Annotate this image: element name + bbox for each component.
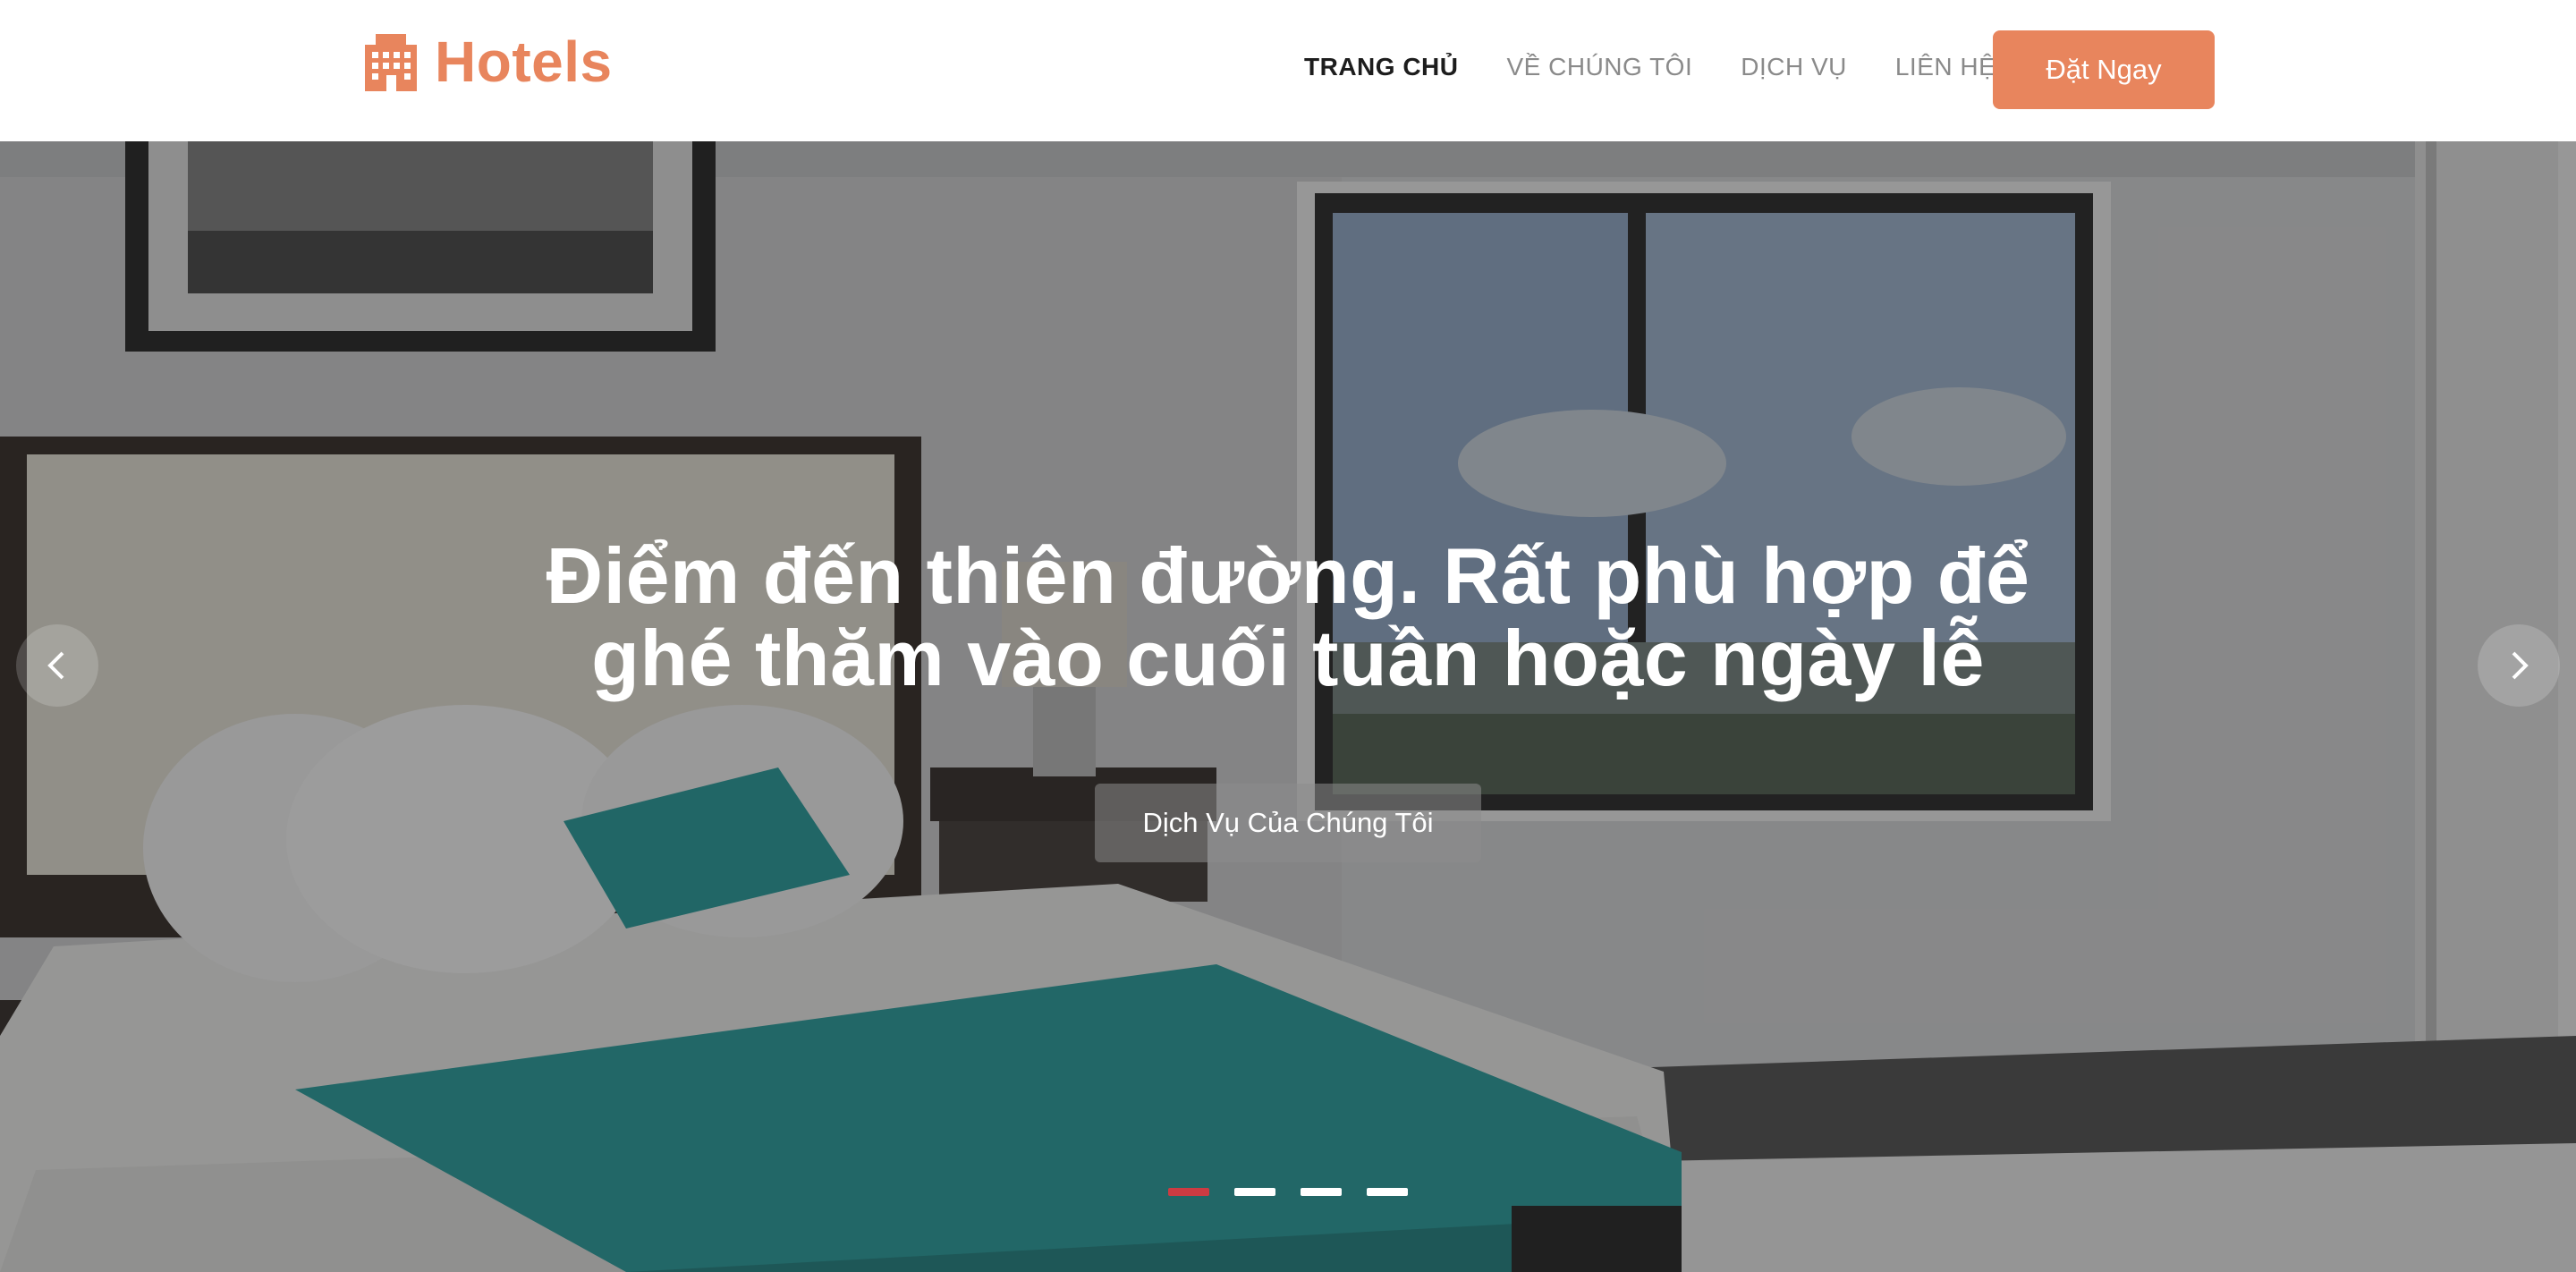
hero-overlay: [0, 141, 2576, 1272]
carousel-indicators: [1168, 1188, 1408, 1196]
brand-logo[interactable]: Hotels: [363, 30, 613, 93]
chevron-left-icon: [47, 651, 64, 680]
nav-item-services[interactable]: DỊCH VỤ: [1741, 53, 1847, 81]
book-now-button[interactable]: Đặt Ngay: [1993, 30, 2215, 109]
site-header: Hotels TRANG CHỦ VỀ CHÚNG TÔI DỊCH VỤ LI…: [0, 0, 2576, 141]
hero-title: Điểm đến thiên đường. Rất phù hợp để ghé…: [546, 531, 2030, 702]
carousel-indicator-3[interactable]: [1301, 1188, 1342, 1196]
main-nav: TRANG CHỦ VỀ CHÚNG TÔI DỊCH VỤ LIÊN HỆ: [1304, 47, 1996, 88]
brand-name: Hotels: [435, 30, 613, 94]
carousel-prev-button[interactable]: [16, 624, 98, 707]
building-icon: [365, 34, 417, 91]
nav-item-contact[interactable]: LIÊN HỆ: [1895, 53, 1996, 81]
carousel-next-button[interactable]: [2478, 624, 2560, 707]
chevron-right-icon: [2512, 651, 2529, 680]
carousel-indicator-2[interactable]: [1234, 1188, 1275, 1196]
our-services-button[interactable]: Dịch Vụ Của Chúng Tôi: [1095, 784, 1481, 862]
carousel-indicator-1[interactable]: [1168, 1188, 1209, 1196]
hero-carousel: Điểm đến thiên đường. Rất phù hợp để ghé…: [0, 141, 2576, 1272]
nav-item-home[interactable]: TRANG CHỦ: [1304, 53, 1459, 81]
carousel-indicator-4[interactable]: [1367, 1188, 1408, 1196]
nav-item-about[interactable]: VỀ CHÚNG TÔI: [1507, 53, 1693, 81]
